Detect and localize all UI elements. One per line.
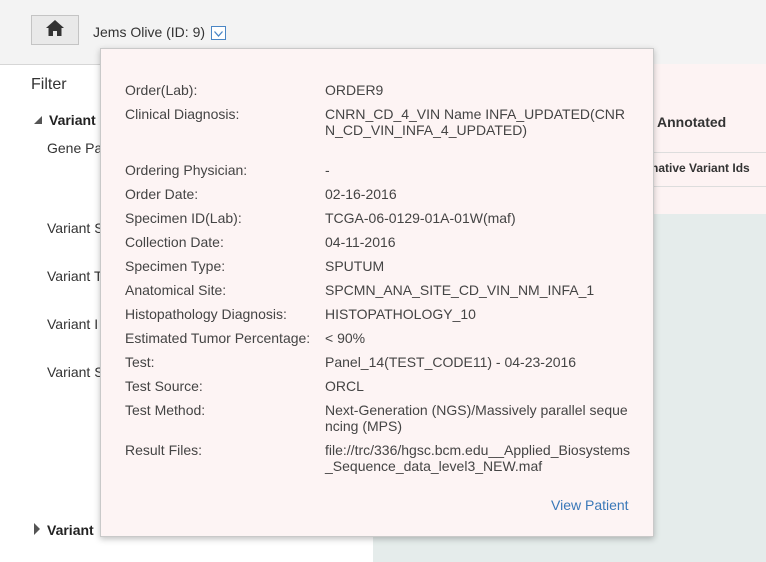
detail-label: Histopathology Diagnosis: <box>125 306 287 322</box>
filter-section-variant-collapsed[interactable]: Variant <box>33 522 94 538</box>
detail-label: Ordering Physician: <box>125 162 248 178</box>
home-button[interactable] <box>31 15 79 45</box>
detail-value: SPUTUM <box>325 258 385 274</box>
filter-section-label: Variant <box>47 522 94 538</box>
chevron-down-icon <box>214 24 223 42</box>
results-column-subheader[interactable]: native Variant Ids <box>651 161 750 175</box>
detail-label: Specimen ID(Lab): <box>125 210 242 226</box>
filter-item-variant[interactable]: Variant T <box>47 268 103 284</box>
detail-value: HISTOPATHOLOGY_10 <box>325 306 476 322</box>
view-patient-link[interactable]: View Patient <box>551 497 629 513</box>
detail-value: 04-11-2016 <box>325 234 396 250</box>
patient-selector-label[interactable]: Jems Olive (ID: 9) <box>93 24 205 40</box>
detail-label: Anatomical Site: <box>125 282 227 298</box>
triangle-right-icon <box>33 522 41 538</box>
detail-label: Order(Lab): <box>125 82 198 98</box>
detail-label: Specimen Type: <box>125 258 226 274</box>
detail-value: CNRN_CD_4_VIN Name INFA_UPDATED(CNRN_CD_… <box>325 106 626 138</box>
detail-label: Test Method: <box>125 402 206 418</box>
detail-label: Test: <box>125 354 155 370</box>
results-column-title: Annotated <box>657 114 727 130</box>
triangle-down-icon <box>33 112 43 128</box>
filter-item-variant[interactable]: Variant I <box>47 316 98 332</box>
detail-label: Clinical Diagnosis: <box>125 106 240 122</box>
detail-value: < 90% <box>325 330 366 346</box>
detail-label: Test Source: <box>125 378 203 394</box>
detail-value: - <box>325 162 330 178</box>
detail-value: Panel_14(TEST_CODE11) - 04-23-2016 <box>325 354 577 370</box>
detail-label: Order Date: <box>125 186 199 202</box>
home-icon <box>45 19 65 42</box>
patient-dropdown-button[interactable] <box>211 26 226 40</box>
detail-label: Estimated Tumor Percentage: <box>125 330 311 346</box>
detail-value: ORDER9 <box>325 82 384 98</box>
filter-item-variant[interactable]: Variant S <box>47 364 104 380</box>
detail-value: Next-Generation (NGS)/Massively parallel… <box>325 402 628 434</box>
patient-details-popover: Order(Lab): ORDER9 Clinical Diagnosis: C… <box>100 48 654 537</box>
filter-section-label: Variant <box>49 112 96 128</box>
detail-label: Result Files: <box>125 442 203 458</box>
detail-value: TCGA-06-0129-01A-01W(maf) <box>325 210 516 226</box>
detail-label: Collection Date: <box>125 234 224 250</box>
filter-item-variant[interactable]: Variant S <box>47 220 104 236</box>
filter-title: Filter <box>31 76 67 93</box>
filter-item-gene[interactable]: Gene Pa <box>47 140 102 156</box>
detail-value: file://trc/336/hgsc.bcm.edu__Applied_Bio… <box>325 442 631 474</box>
filter-section-variant-expanded[interactable]: Variant <box>33 112 96 128</box>
detail-value: 02-16-2016 <box>325 186 397 202</box>
detail-value: ORCL <box>325 378 364 394</box>
detail-value: SPCMN_ANA_SITE_CD_VIN_NM_INFA_1 <box>325 282 595 298</box>
